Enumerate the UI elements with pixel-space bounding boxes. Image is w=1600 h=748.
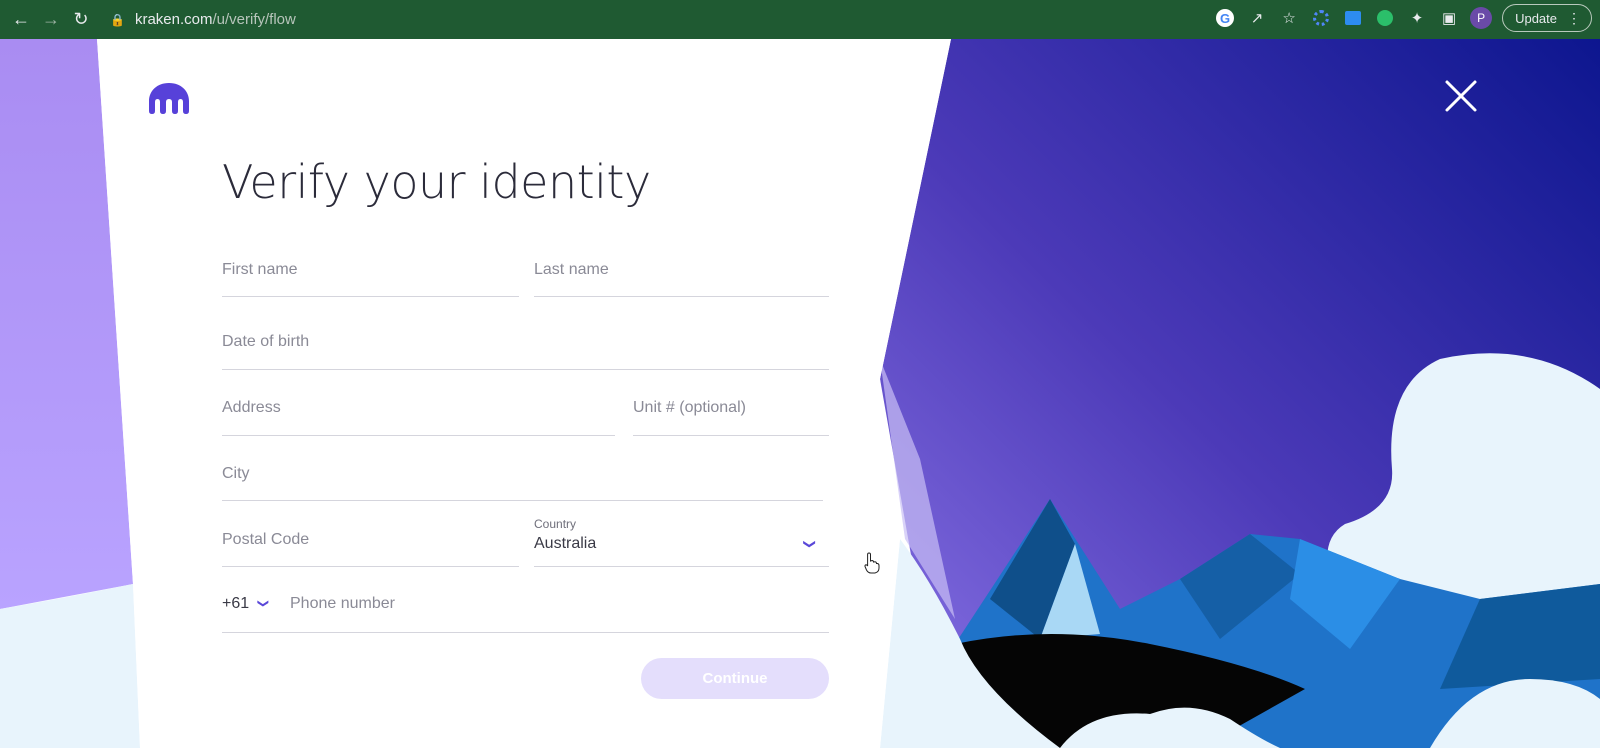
extension-gear-icon[interactable]	[1310, 7, 1332, 29]
extension-circle-icon[interactable]	[1374, 7, 1396, 29]
last-name-placeholder: Last name	[534, 261, 609, 278]
unit-field[interactable]: Unit # (optional)	[633, 399, 829, 436]
sidepanel-icon[interactable]: ▣	[1438, 7, 1460, 29]
country-label: Country	[534, 517, 577, 531]
last-name-field[interactable]: Last name	[534, 261, 829, 297]
star-icon[interactable]: ☆	[1278, 7, 1300, 29]
unit-placeholder: Unit # (optional)	[633, 399, 746, 416]
puzzle-icon[interactable]: ✦	[1406, 7, 1428, 29]
url-path: /u/verify/flow	[212, 11, 296, 28]
left-cloud	[0, 584, 140, 748]
dob-placeholder: Date of birth	[222, 333, 310, 350]
continue-button[interactable]: Continue	[641, 658, 829, 699]
city-field[interactable]: City	[222, 465, 823, 501]
address-placeholder: Address	[222, 399, 281, 416]
background-illustration	[0, 39, 1600, 748]
update-label: Update	[1515, 10, 1557, 26]
postal-code-field[interactable]: Postal Code	[222, 531, 519, 567]
close-icon[interactable]	[1444, 79, 1478, 113]
phone-placeholder: Phone number	[290, 595, 395, 612]
dial-code-select[interactable]: +61	[222, 595, 249, 613]
lock-icon: 🔒	[110, 12, 125, 27]
share-icon[interactable]: ↗	[1246, 7, 1268, 29]
profile-avatar[interactable]: P	[1470, 7, 1493, 29]
hand-cursor-icon	[864, 552, 880, 574]
reload-icon[interactable]: ↻	[66, 5, 96, 35]
kraken-logo-icon[interactable]	[147, 81, 191, 115]
forward-arrow-icon[interactable]: →	[36, 5, 66, 35]
form-panel	[97, 39, 951, 748]
dial-chevron-down-icon[interactable]: ❯	[257, 599, 270, 608]
first-name-field[interactable]: First name	[222, 261, 519, 297]
browser-toolbar: ← → ↻ 🔒 kraken.com/u/verify/flow G ↗ ☆ ✦…	[0, 0, 1600, 39]
first-name-placeholder: First name	[222, 261, 298, 278]
update-button[interactable]: Update ⋮	[1502, 4, 1592, 32]
page-title: Verify your identity	[222, 155, 651, 209]
url-host: kraken.com	[134, 11, 213, 28]
country-select[interactable]: Country Australia ❯	[534, 517, 829, 567]
address-bar[interactable]: 🔒 kraken.com/u/verify/flow	[110, 5, 296, 35]
chevron-down-icon[interactable]: ❯	[803, 539, 817, 549]
extension-board-icon[interactable]	[1342, 7, 1364, 29]
kebab-menu-icon[interactable]: ⋮	[1567, 10, 1581, 27]
date-of-birth-field[interactable]: Date of birth	[222, 333, 829, 370]
verify-page: Verify your identity First name Last nam…	[0, 39, 1600, 748]
back-arrow-icon[interactable]: ←	[6, 5, 36, 35]
address-field[interactable]: Address	[222, 399, 615, 436]
google-icon[interactable]: G	[1214, 7, 1236, 29]
phone-field[interactable]: +61 ❯ Phone number	[222, 595, 829, 633]
city-placeholder: City	[222, 465, 250, 482]
postal-placeholder: Postal Code	[222, 531, 310, 548]
toolbar-actions: G ↗ ☆ ✦ ▣ P Update ⋮	[1214, 4, 1592, 32]
url-text: kraken.com/u/verify/flow	[135, 11, 296, 28]
country-value: Australia	[534, 535, 597, 552]
